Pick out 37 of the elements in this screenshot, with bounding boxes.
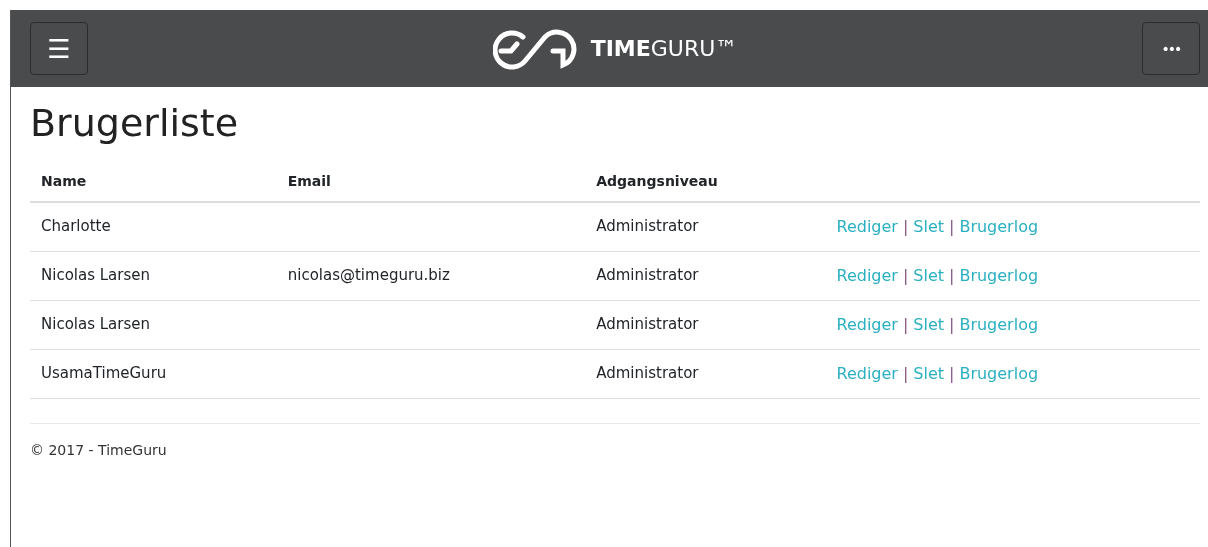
action-link[interactable]: Slet xyxy=(913,265,944,285)
more-button[interactable]: ••• xyxy=(1142,22,1200,75)
action-link[interactable]: Brugerlog xyxy=(959,363,1039,383)
separator: | xyxy=(949,363,955,383)
separator: | xyxy=(949,216,955,236)
action-link[interactable]: Slet xyxy=(913,216,944,236)
action-link[interactable]: Rediger xyxy=(836,216,898,236)
separator: | xyxy=(902,216,909,236)
column-header: Adgangsniveau xyxy=(585,162,826,202)
menu-button[interactable]: ☰ xyxy=(30,22,88,75)
separator: | xyxy=(949,314,955,334)
separator: | xyxy=(902,314,909,334)
brand-name: TIMEGURU™ xyxy=(590,35,738,63)
action-link[interactable]: Slet xyxy=(913,363,944,383)
column-header: Name xyxy=(30,162,277,202)
table-cell: Charlotte xyxy=(41,216,111,235)
table-cell: Administrator xyxy=(596,216,699,235)
action-link[interactable]: Rediger xyxy=(836,265,898,285)
table-cell: UsamaTimeGuru xyxy=(41,363,167,382)
action-link[interactable]: Brugerlog xyxy=(959,216,1039,236)
footer-text: © 2017 - TimeGuru xyxy=(30,441,167,458)
table-cell: Administrator xyxy=(596,314,699,333)
table-cell: Nicolas Larsen xyxy=(41,265,151,284)
table-cell: Administrator xyxy=(596,363,699,382)
separator: | xyxy=(902,265,909,285)
table-cell: Administrator xyxy=(596,265,699,284)
action-link[interactable]: Brugerlog xyxy=(959,265,1039,285)
separator: | xyxy=(902,363,909,383)
separator: | xyxy=(949,265,955,285)
page-title: Brugerliste xyxy=(30,101,240,147)
action-link[interactable]: Slet xyxy=(913,314,944,334)
action-link[interactable]: Rediger xyxy=(836,363,898,383)
action-link[interactable]: Brugerlog xyxy=(959,314,1039,334)
table-cell: nicolas@timeguru.biz xyxy=(287,265,450,284)
action-link[interactable]: Rediger xyxy=(836,314,898,334)
table-cell: Nicolas Larsen xyxy=(41,314,151,333)
column-header: Email xyxy=(276,162,586,202)
